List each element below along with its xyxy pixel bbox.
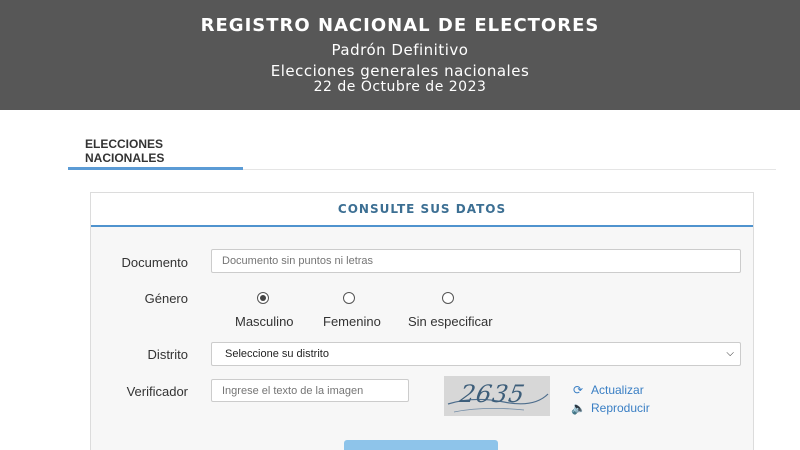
reproducir-label: Reproducir	[591, 401, 650, 415]
radio-sin-especificar-label: Sin especificar	[408, 314, 493, 329]
genero-label: Género	[144, 291, 188, 306]
actualizar-label: Actualizar	[591, 383, 644, 397]
radio-femenino-label: Femenino	[323, 314, 381, 329]
refresh-icon: ⟳	[572, 383, 584, 397]
header-subtitle: Padrón Definitivo	[331, 41, 469, 59]
distrito-label: Distrito	[147, 347, 188, 362]
panel-title: CONSULTE SUS DATOS	[91, 193, 753, 227]
chevron-down-icon: ⌵	[726, 348, 734, 359]
verificador-label: Verificador	[126, 384, 188, 399]
captcha-text: 2635	[457, 380, 528, 408]
header-date: 22 de Octubre de 2023	[313, 79, 487, 95]
verificador-input[interactable]	[211, 379, 409, 402]
header-election-name: Elecciones generales nacionales	[270, 62, 530, 80]
submit-button[interactable]	[344, 440, 498, 450]
documento-label: Documento	[121, 255, 188, 270]
speaker-icon: 🔈	[571, 401, 586, 415]
radio-femenino[interactable]	[343, 292, 355, 304]
tab-elecciones-nacionales[interactable]: ELECCIONES NACIONALES	[68, 112, 243, 170]
radio-sin-especificar[interactable]	[442, 292, 454, 304]
page-header: REGISTRO NACIONAL DE ELECTORES Padrón De…	[0, 0, 800, 110]
distrito-select[interactable]: Seleccione su distrito ⌵	[211, 342, 741, 366]
reproducir-link[interactable]: 🔈 Reproducir	[571, 401, 650, 415]
actualizar-link[interactable]: ⟳ Actualizar	[571, 383, 644, 397]
distrito-select-value: Seleccione su distrito	[225, 348, 329, 360]
captcha-image: 2635	[444, 376, 550, 416]
header-title: REGISTRO NACIONAL DE ELECTORES	[200, 15, 600, 36]
tab-bar: ELECCIONES NACIONALES	[68, 112, 776, 170]
documento-input[interactable]	[211, 249, 741, 273]
radio-masculino[interactable]	[257, 292, 269, 304]
radio-masculino-label: Masculino	[235, 314, 294, 329]
